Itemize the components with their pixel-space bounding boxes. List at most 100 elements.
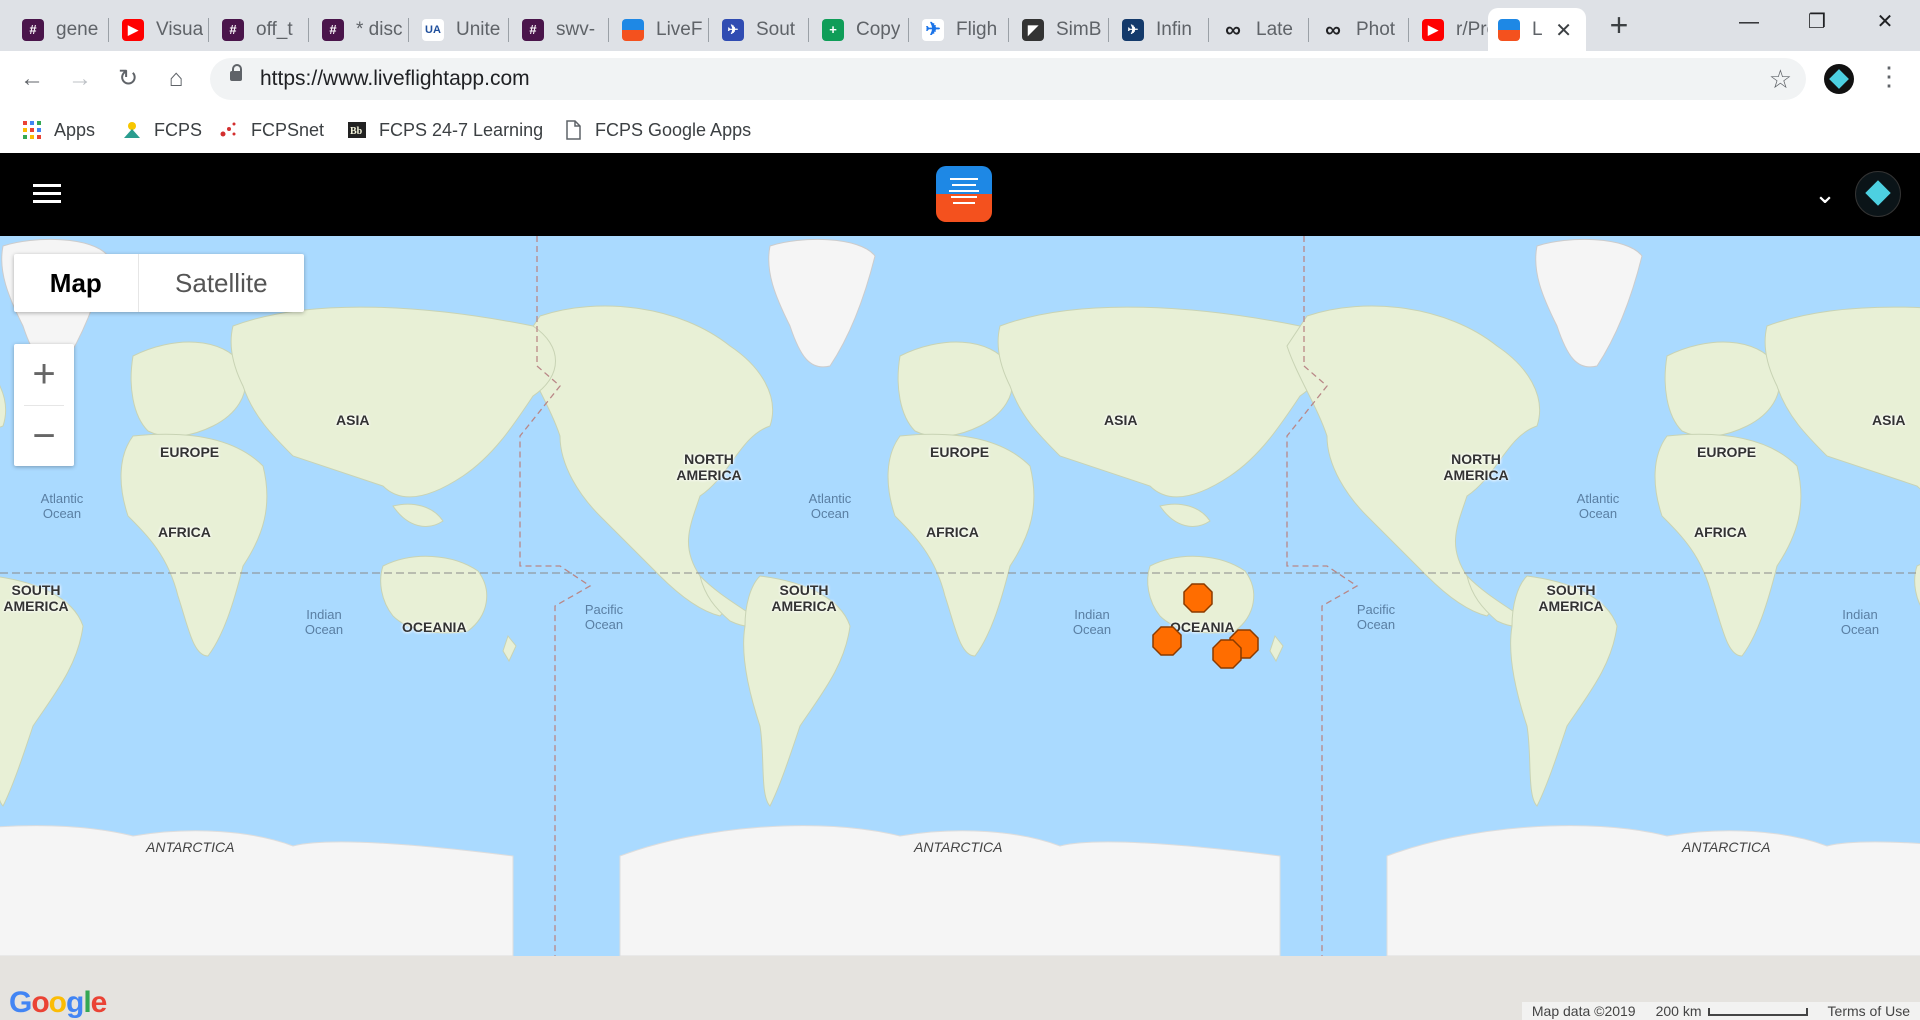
forward-button[interactable]: → xyxy=(63,62,97,96)
map-type-control: Map Satellite xyxy=(14,254,304,312)
blackboard-icon: Bb xyxy=(348,122,366,138)
reload-button[interactable]: ↻ xyxy=(111,62,145,96)
liveflight-icon xyxy=(622,18,644,41)
close-window-button[interactable]: ✕ xyxy=(1850,0,1920,44)
restore-button[interactable]: ❐ xyxy=(1782,0,1852,44)
scale-indicator[interactable]: 200 km xyxy=(1646,1003,1818,1019)
page-icon xyxy=(566,120,581,140)
zoom-control: + − xyxy=(14,344,74,466)
label-europe: EUROPE xyxy=(160,444,220,460)
slack-icon: # xyxy=(322,18,344,41)
label-asia: ASIA xyxy=(1104,412,1138,428)
scale-bar xyxy=(1707,1008,1808,1017)
zoom-out-button[interactable]: − xyxy=(14,406,74,466)
label-north-america: NORTH AMERICA xyxy=(676,451,742,483)
label-south-america: SOUTH AMERICA xyxy=(3,582,69,614)
label-antarctica: ANTARCTICA xyxy=(914,839,1003,855)
fcps-icon xyxy=(124,122,140,138)
bookmark-star-icon[interactable]: ☆ xyxy=(1769,64,1792,95)
infinite-flight-icon: ✈ xyxy=(1122,18,1144,41)
browser-tab[interactable]: UA Unite xyxy=(412,8,504,51)
label-north-america: NORTH AMERICA xyxy=(1443,451,1509,483)
label-atlantic-ocean: Atlantic Ocean xyxy=(1576,491,1620,521)
simbrief-icon: ◤ xyxy=(1022,18,1044,41)
aircraft-marker[interactable] xyxy=(1211,638,1243,670)
label-antarctica: ANTARCTICA xyxy=(146,839,235,855)
label-oceania: OCEANIA xyxy=(402,619,467,635)
app-header: ⌄ xyxy=(0,153,1920,236)
slack-icon: # xyxy=(222,18,244,41)
sheets-icon: + xyxy=(822,18,844,41)
label-asia: ASIA xyxy=(336,412,370,428)
label-africa: AFRICA xyxy=(158,524,211,540)
bookmark-fcps-google-apps[interactable]: FCPS Google Apps xyxy=(563,117,751,143)
extension-icon[interactable] xyxy=(1824,64,1854,94)
aircraft-marker[interactable] xyxy=(1182,582,1214,614)
browser-tab[interactable]: # * disc xyxy=(312,8,404,51)
browser-tab[interactable]: + Copy xyxy=(812,8,904,51)
new-tab-button[interactable]: + xyxy=(1601,8,1637,44)
browser-tab[interactable]: ◤ SimB xyxy=(1012,8,1104,51)
label-atlantic-ocean: Atlantic Ocean xyxy=(40,491,84,521)
apps-grid-icon xyxy=(23,121,41,139)
label-asia: ASIA xyxy=(1872,412,1906,428)
bookmark-fcps-learning[interactable]: Bb FCPS 24-7 Learning xyxy=(347,117,543,143)
slack-icon: # xyxy=(522,18,544,41)
slack-icon: # xyxy=(22,18,44,41)
browser-tab[interactable]: ∞ Phot xyxy=(1312,8,1404,51)
bookmark-apps[interactable]: Apps xyxy=(22,117,95,143)
label-africa: AFRICA xyxy=(926,524,979,540)
label-europe: EUROPE xyxy=(930,444,990,460)
youtube-icon: ▶ xyxy=(122,18,144,41)
map-type-map-button[interactable]: Map xyxy=(14,254,139,312)
label-pacific-ocean: Pacific Ocean xyxy=(584,602,624,632)
youtube-icon: ▶ xyxy=(1422,18,1444,41)
svg-text:Bb: Bb xyxy=(350,126,363,137)
browser-tab[interactable]: ▶ Visua xyxy=(112,8,204,51)
user-avatar[interactable] xyxy=(1855,171,1901,217)
label-antarctica: ANTARCTICA xyxy=(1682,839,1771,855)
browser-tab[interactable]: # gene xyxy=(12,8,104,51)
browser-tab[interactable]: # off_t xyxy=(212,8,304,51)
browser-tab[interactable]: LiveF xyxy=(612,8,704,51)
bookmark-fcps[interactable]: FCPS xyxy=(122,117,202,143)
infinity-icon: ∞ xyxy=(1325,16,1341,42)
hamburger-menu-icon[interactable] xyxy=(33,184,61,204)
tab-strip: # gene ▶ Visua # off_t # * disc UA Unite # swv… xyxy=(0,0,1920,51)
plane-icon: ✈ xyxy=(922,18,944,41)
label-pacific-ocean: Pacific Ocean xyxy=(1356,602,1396,632)
label-europe: EUROPE xyxy=(1697,444,1757,460)
label-indian-ocean: Indian Ocean xyxy=(1072,607,1112,637)
address-bar[interactable]: https://www.liveflightapp.com ☆ xyxy=(210,58,1806,100)
browser-tab[interactable]: ✈ Infin xyxy=(1112,8,1204,51)
map-footer: Google Map data ©2019 200 km Terms of Us… xyxy=(0,956,1920,1020)
back-button[interactable]: ← xyxy=(15,62,49,96)
liveflight-icon xyxy=(1498,18,1520,41)
southwest-icon: ✈ xyxy=(722,18,744,41)
lock-icon[interactable] xyxy=(230,64,242,81)
minimize-button[interactable]: — xyxy=(1714,0,1784,44)
chevron-down-icon[interactable]: ⌄ xyxy=(1808,177,1842,211)
map-type-satellite-button[interactable]: Satellite xyxy=(139,254,304,312)
label-atlantic-ocean: Atlantic Ocean xyxy=(808,491,852,521)
liveflight-logo[interactable] xyxy=(936,166,992,222)
label-south-america: SOUTH AMERICA xyxy=(771,582,837,614)
infinity-icon: ∞ xyxy=(1225,16,1241,42)
bookmark-fcpsnet[interactable]: FCPSnet xyxy=(219,117,324,143)
world-map[interactable]: ASIA EUROPE AFRICA SOUTH AMERICA OCEANIA… xyxy=(0,236,1920,956)
terms-link[interactable]: Terms of Use xyxy=(1818,1003,1920,1019)
browser-tab-active[interactable]: L ✕ xyxy=(1488,8,1586,51)
browser-tab[interactable]: ✈ Fligh xyxy=(912,8,1004,51)
label-south-america: SOUTH AMERICA xyxy=(1538,582,1604,614)
browser-tab[interactable]: # swv- xyxy=(512,8,604,51)
zoom-in-button[interactable]: + xyxy=(14,344,74,404)
url-text[interactable]: https://www.liveflightapp.com xyxy=(260,67,530,91)
aircraft-marker[interactable] xyxy=(1151,625,1183,657)
home-button[interactable]: ⌂ xyxy=(159,62,193,96)
browser-tab[interactable]: ∞ Late xyxy=(1212,8,1304,51)
google-logo[interactable]: Google xyxy=(9,986,107,1020)
browser-tab[interactable]: ✈ Sout xyxy=(712,8,804,51)
close-tab-icon[interactable]: ✕ xyxy=(1555,18,1572,43)
map-data-text[interactable]: Map data ©2019 xyxy=(1522,1003,1646,1019)
browser-menu-icon[interactable]: ⋮ xyxy=(1876,61,1902,92)
